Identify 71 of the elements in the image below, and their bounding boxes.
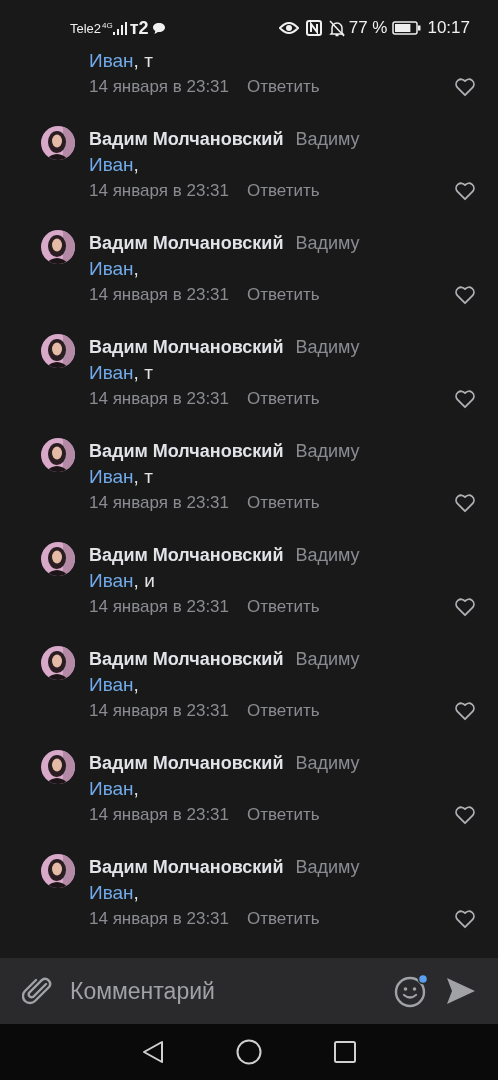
reply-link[interactable]: Ответить <box>247 389 320 409</box>
battery-icon <box>392 21 422 35</box>
eye-icon <box>278 21 299 35</box>
author-name[interactable]: Вадим Молчановский <box>89 544 284 566</box>
smiley-icon[interactable] <box>394 974 430 1008</box>
comment-text: Иван, т <box>89 466 153 488</box>
battery-percent: 77 % <box>348 18 388 38</box>
comment-text: Иван, и <box>89 570 155 592</box>
heart-icon[interactable] <box>454 493 476 513</box>
comment-bar[interactable]: Комментарий <box>0 958 498 1024</box>
reply-to-name: Вадиму <box>295 752 360 774</box>
reply-link[interactable]: Ответить <box>247 909 320 929</box>
reply-link[interactable]: Ответить <box>247 181 320 201</box>
heart-icon[interactable] <box>454 909 476 929</box>
back-icon[interactable] <box>142 1040 164 1064</box>
network-type: 4G <box>102 21 113 30</box>
reply-link[interactable]: Ответить <box>247 701 320 721</box>
reply-link[interactable]: Ответить <box>247 285 320 305</box>
recents-icon[interactable] <box>334 1041 356 1063</box>
reply-to-name: Вадиму <box>295 232 360 254</box>
comment-date: 14 января в 23:31 <box>89 181 229 201</box>
author-name[interactable]: Вадим Молчановский <box>89 128 284 150</box>
reply-link[interactable]: Ответить <box>247 77 320 97</box>
comment-date: 14 января в 23:31 <box>89 805 229 825</box>
comment-text: Иван, <box>89 778 139 800</box>
send-icon[interactable] <box>446 977 476 1005</box>
comment-date: 14 января в 23:31 <box>89 493 229 513</box>
reply-to-name: Вадиму <box>295 128 360 150</box>
carrier-name: Tele2 <box>70 20 102 36</box>
reply-to-name: Вадиму <box>295 336 360 358</box>
comment-date: 14 января в 23:31 <box>89 77 229 97</box>
signal-icon <box>112 21 127 35</box>
comment-date: 14 января в 23:31 <box>89 597 229 617</box>
author-name[interactable]: Вадим Молчановский <box>89 856 284 878</box>
comment-date: 14 января в 23:31 <box>89 389 229 409</box>
heart-icon[interactable] <box>454 181 476 201</box>
heart-icon[interactable] <box>454 701 476 721</box>
comment-date: 14 января в 23:31 <box>89 701 229 721</box>
nfc-icon <box>305 20 322 36</box>
home-icon[interactable] <box>236 1039 262 1065</box>
comment-date: 14 января в 23:31 <box>89 285 229 305</box>
author-name[interactable]: Вадим Молчановский <box>89 440 284 462</box>
paperclip-icon[interactable] <box>22 975 52 1007</box>
author-name[interactable]: Вадим Молчановский <box>89 232 284 254</box>
heart-icon[interactable] <box>454 597 476 617</box>
reply-to-name: Вадиму <box>295 856 360 878</box>
operator-logo: т2 <box>129 17 149 39</box>
chat-bubble-icon <box>151 21 166 35</box>
reply-to-name: Вадиму <box>295 648 360 670</box>
reply-to-name: Вадиму <box>295 440 360 462</box>
clock: 10:17 <box>427 18 470 38</box>
heart-icon[interactable] <box>454 77 476 97</box>
author-name[interactable]: Вадим Молчановский <box>89 648 284 670</box>
bell-muted-icon <box>328 19 345 37</box>
comment-date: 14 января в 23:31 <box>89 909 229 929</box>
comment-text: Иван, <box>89 154 139 176</box>
heart-icon[interactable] <box>454 389 476 409</box>
comment-text: Иван, <box>89 674 139 696</box>
comment-text: Иван, <box>89 882 139 904</box>
comment-text: Иван, т <box>89 50 153 72</box>
reply-link[interactable]: Ответить <box>247 493 320 513</box>
reply-link[interactable]: Ответить <box>247 597 320 617</box>
heart-icon[interactable] <box>454 805 476 825</box>
reply-link[interactable]: Ответить <box>247 805 320 825</box>
author-name[interactable]: Вадим Молчановский <box>89 752 284 774</box>
comment-text: Иван, <box>89 258 139 280</box>
heart-icon[interactable] <box>454 285 476 305</box>
comment-text: Иван, т <box>89 362 153 384</box>
reply-to-name: Вадиму <box>295 544 360 566</box>
comment-input[interactable]: Комментарий <box>68 976 378 1006</box>
author-name[interactable]: Вадим Молчановский <box>89 336 284 358</box>
